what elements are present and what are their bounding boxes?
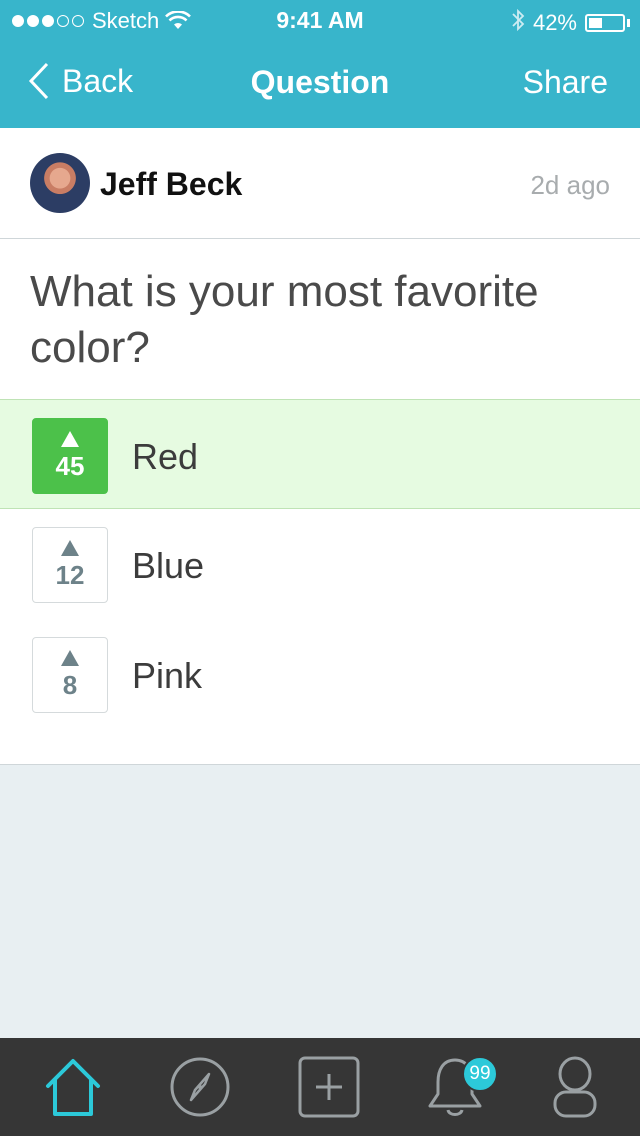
vote-count: 8 (62, 669, 78, 700)
upvote-button[interactable]: 8 (32, 637, 108, 713)
profile-icon (553, 1056, 597, 1118)
author-row: Jeff Beck 2d ago (0, 128, 640, 239)
status-right: 42% (511, 8, 630, 38)
nav-bar: Back Question Share (0, 40, 640, 128)
upvote-button[interactable]: 45 (32, 418, 108, 494)
author-name[interactable]: Jeff Beck (100, 166, 242, 203)
answer-list: 45 Red 12 Blue 8 Pink (0, 399, 640, 729)
battery-percent: 42% (532, 10, 577, 35)
upvote-arrow-icon (61, 430, 79, 447)
answer-label: Pink (132, 655, 203, 696)
tab-profile[interactable] (530, 1038, 620, 1136)
avatar[interactable] (30, 153, 90, 213)
answer-item[interactable]: 8 Pink (0, 619, 640, 729)
answer-label: Blue (132, 545, 205, 586)
question-text: What is your most favorite color? (30, 267, 539, 372)
answer-label: Red (132, 436, 199, 477)
battery-icon (585, 14, 625, 32)
vote-count: 45 (55, 450, 85, 481)
upvote-arrow-icon (61, 649, 79, 666)
battery-tip (627, 19, 630, 27)
share-button[interactable]: Share (523, 64, 608, 101)
question-card: Jeff Beck 2d ago What is your most favor… (0, 128, 640, 765)
bluetooth-icon (511, 8, 525, 38)
answer-item[interactable]: 12 Blue (0, 509, 640, 619)
header: Sketch 9:41 AM 42% Back Question Share (0, 0, 640, 128)
notification-badge: 99 (462, 1056, 498, 1092)
upvote-arrow-icon (61, 539, 79, 556)
tab-add[interactable] (284, 1038, 374, 1136)
timestamp: 2d ago (530, 170, 610, 200)
home-icon (46, 1059, 100, 1116)
answer-item[interactable]: 45 Red (0, 399, 640, 509)
vote-count: 12 (55, 559, 85, 590)
upvote-button[interactable]: 12 (32, 527, 108, 603)
status-bar: Sketch 9:41 AM 42% (0, 0, 640, 40)
compass-icon (170, 1057, 230, 1117)
add-icon (298, 1056, 360, 1118)
tab-notifications[interactable]: 99 (410, 1038, 500, 1136)
tab-bar: 99 (0, 1038, 640, 1136)
tab-explore[interactable] (155, 1038, 245, 1136)
tab-home[interactable] (28, 1038, 118, 1136)
